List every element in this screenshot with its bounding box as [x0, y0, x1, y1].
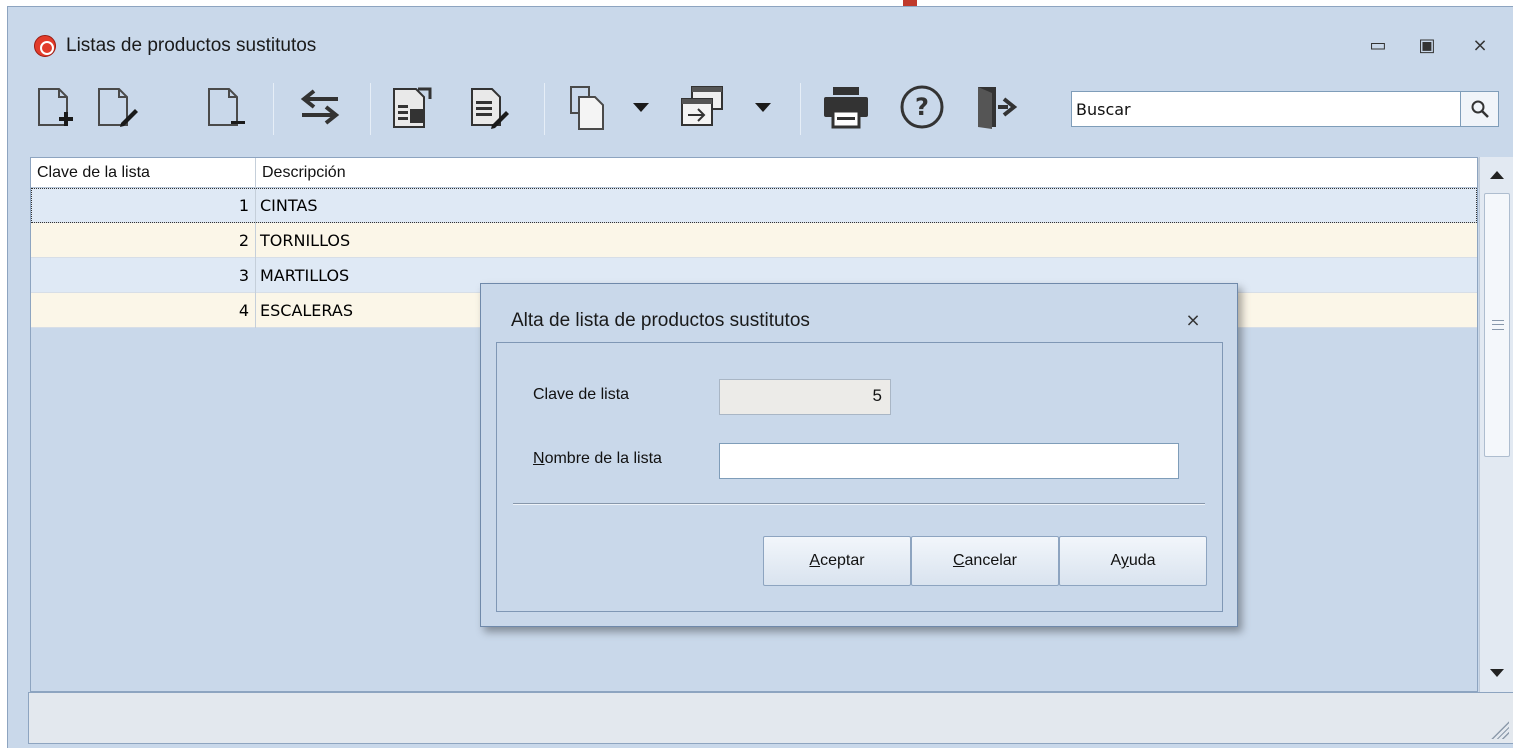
scroll-up-arrow-icon[interactable]	[1490, 171, 1504, 179]
help-rest: uda	[1129, 552, 1156, 569]
accept-rest: ceptar	[820, 552, 864, 569]
status-bar	[28, 692, 1513, 744]
cancel-button[interactable]: Cancelar	[911, 536, 1059, 586]
dialog-title: Alta de lista de productos sustitutos	[511, 310, 810, 332]
toolbar-separator	[370, 83, 371, 135]
key-label: Clave de lista	[533, 386, 629, 404]
dialog-close-button[interactable]: ⨯	[1181, 308, 1205, 332]
row-key: 3	[31, 258, 256, 293]
help-pre: A	[1110, 552, 1120, 569]
row-description: CINTAS	[260, 188, 318, 223]
edit-button[interactable]	[90, 79, 144, 135]
window-transfer-icon	[678, 83, 726, 131]
add-list-dialog: Alta de lista de productos sustitutos ⨯ …	[480, 283, 1238, 627]
key-field: 5	[719, 379, 891, 415]
row-description: MARTILLOS	[260, 258, 349, 293]
dropdown-arrow-icon	[753, 100, 773, 114]
copy-dropdown-button[interactable]	[626, 79, 656, 135]
row-description: ESCALERAS	[260, 293, 353, 328]
divider	[513, 503, 1205, 505]
search-button[interactable]	[1461, 91, 1499, 127]
search-input[interactable]	[1071, 91, 1461, 127]
list-edit-icon	[464, 83, 512, 131]
help-accel: y	[1121, 552, 1129, 569]
print-button[interactable]	[816, 79, 876, 135]
help-icon: ?	[898, 83, 946, 131]
close-button[interactable]: ⨯	[1468, 33, 1492, 57]
app-logo-icon	[34, 35, 56, 57]
transfer-button[interactable]	[672, 79, 732, 135]
window-title: Listas de productos sustitutos	[66, 35, 316, 57]
edit-document-icon	[95, 83, 139, 131]
row-key: 2	[31, 223, 256, 258]
cancel-rest: ancelar	[965, 552, 1017, 569]
row-key: 4	[31, 293, 256, 328]
help-button[interactable]: ?	[892, 79, 952, 135]
new-document-icon	[35, 83, 75, 131]
grid-header: Clave de la lista Descripción	[31, 158, 1477, 188]
help-dialog-button[interactable]: Ayuda	[1059, 536, 1207, 586]
exit-door-icon	[972, 83, 1020, 131]
swap-button[interactable]	[290, 79, 350, 135]
scroll-thumb[interactable]	[1484, 193, 1510, 457]
toolbar-separator	[544, 83, 545, 135]
accept-button[interactable]: Aceptar	[763, 536, 911, 586]
row-key: 1	[31, 188, 256, 223]
toolbar-separator	[273, 83, 274, 135]
transfer-dropdown-button[interactable]	[748, 79, 778, 135]
vertical-scrollbar[interactable]	[1479, 157, 1513, 692]
list-edit-button[interactable]	[458, 79, 518, 135]
toolbar-separator	[800, 83, 801, 135]
table-row[interactable]: 2 TORNILLOS	[31, 223, 1477, 258]
maximize-button[interactable]: ▣	[1415, 33, 1439, 57]
resize-grip-icon[interactable]	[1487, 717, 1509, 739]
dropdown-arrow-icon	[631, 100, 651, 114]
swap-arrows-icon	[296, 83, 344, 131]
name-label-accel: N	[533, 450, 545, 467]
toolbar: ?	[8, 71, 1513, 157]
column-header-description[interactable]: Descripción	[256, 158, 1479, 188]
table-row[interactable]: 1 CINTAS	[31, 188, 1477, 223]
name-label-rest: ombre de la lista	[545, 450, 662, 467]
search-icon	[1470, 99, 1490, 119]
name-field[interactable]	[719, 443, 1179, 479]
copy-icon	[565, 83, 609, 131]
delete-document-icon	[205, 83, 249, 131]
column-header-key[interactable]: Clave de la lista	[31, 158, 256, 188]
row-description: TORNILLOS	[260, 223, 350, 258]
accept-accel: A	[809, 552, 820, 569]
copy-button[interactable]	[560, 79, 614, 135]
title-bar: Listas de productos sustitutos ▭ ▣ ⨯	[8, 7, 1513, 71]
import-button[interactable]	[382, 79, 442, 135]
svg-text:?: ?	[915, 93, 929, 121]
scroll-grip-icon	[1492, 320, 1504, 330]
printer-icon	[821, 83, 871, 131]
scroll-down-arrow-icon[interactable]	[1490, 669, 1504, 677]
new-button[interactable]	[28, 79, 82, 135]
cancel-accel: C	[953, 552, 965, 569]
delete-button[interactable]	[200, 79, 254, 135]
dialog-body: Clave de lista 5 Nombre de la lista Acep…	[496, 342, 1223, 612]
exit-button[interactable]	[966, 79, 1026, 135]
import-document-icon	[388, 83, 436, 131]
name-label: Nombre de la lista	[533, 450, 662, 468]
minimize-button[interactable]: ▭	[1366, 33, 1390, 57]
